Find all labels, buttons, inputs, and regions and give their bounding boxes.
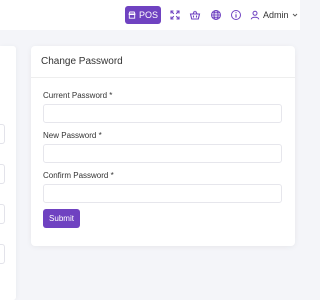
- current-password-field[interactable]: [43, 104, 282, 123]
- card-divider: [31, 77, 295, 78]
- basket-icon[interactable]: [189, 9, 201, 21]
- user-icon: [250, 10, 260, 20]
- confirm-password-label: Confirm Password *: [43, 171, 114, 180]
- current-password-label: Current Password *: [43, 91, 113, 100]
- side-panel: [0, 46, 16, 300]
- pos-button[interactable]: POS: [125, 6, 161, 24]
- user-menu[interactable]: Admin: [250, 8, 298, 22]
- chevron-down-icon: [292, 12, 298, 18]
- language-globe-icon[interactable]: [210, 9, 222, 21]
- pos-label: POS: [138, 10, 158, 20]
- side-panel-field: [0, 124, 5, 144]
- new-password-field[interactable]: [43, 144, 282, 163]
- confirm-password-field[interactable]: [43, 184, 282, 203]
- top-navbar: POS Admin: [0, 0, 300, 30]
- user-name: Admin: [263, 10, 289, 20]
- side-panel-field: [0, 244, 5, 264]
- fullscreen-icon[interactable]: [169, 9, 181, 21]
- submit-button[interactable]: Submit: [43, 209, 80, 228]
- side-panel-field: [0, 204, 5, 224]
- new-password-label: New Password *: [43, 131, 102, 140]
- card-title: Change Password: [41, 56, 123, 67]
- change-password-card: Change Password Current Password * New P…: [31, 46, 295, 246]
- side-panel-field: [0, 164, 5, 184]
- store-icon: [128, 11, 136, 19]
- info-icon[interactable]: [230, 9, 242, 21]
